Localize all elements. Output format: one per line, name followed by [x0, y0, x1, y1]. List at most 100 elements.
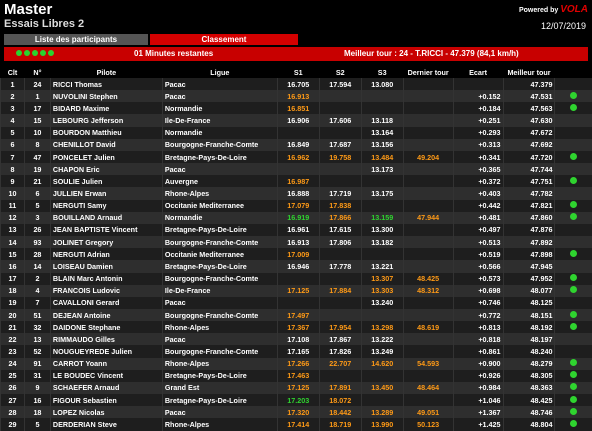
col-league[interactable]: Ligue: [162, 66, 277, 78]
table-row[interactable]: 2491CARROT YoannRhone-Alpes17.26622.7071…: [1, 358, 592, 370]
gap-cell: +0.293: [453, 127, 503, 139]
position-cell: 3: [1, 102, 25, 114]
table-row[interactable]: 2352NOUGUEYREDE JulienBourgogne-Franche-…: [1, 345, 592, 357]
pilot-name-cell: NERGUTI Adrian: [50, 248, 162, 260]
car-number-cell: 4: [24, 285, 50, 297]
last-lap-cell: [403, 102, 453, 114]
table-row[interactable]: 21NUVOLINI StephenPacac16.913+0.15247.53…: [1, 90, 592, 102]
table-row[interactable]: 2213RIMMAUDO GillesPacac17.10817.86713.2…: [1, 333, 592, 345]
status-bar: 01 Minutes restantes Meilleur tour : 24 …: [4, 47, 588, 61]
col-pilot[interactable]: Pilote: [50, 66, 162, 78]
position-cell: 22: [1, 333, 25, 345]
tab-participants[interactable]: Liste des participants: [4, 34, 148, 45]
best-lap-cell: 48.804: [503, 418, 555, 430]
green-flag-icon: [32, 50, 38, 56]
pilot-name-cell: BLAIN Marc Antonin: [50, 273, 162, 285]
car-number-cell: 13: [24, 333, 50, 345]
pilot-name-cell: LOISEAU Damien: [50, 260, 162, 272]
pilot-name-cell: NERGUTI Samy: [50, 200, 162, 212]
last-lap-cell: [403, 309, 453, 321]
best-lap-cell: 47.952: [503, 273, 555, 285]
best-lap-cell: 47.751: [503, 175, 555, 187]
status-cell: [555, 297, 592, 309]
table-row[interactable]: 123BOUILLAND ArnaudNormandie16.91917.866…: [1, 212, 592, 224]
table-row[interactable]: 510BOURDON MatthieuNormandie13.164+0.293…: [1, 127, 592, 139]
best-lap-cell: 47.782: [503, 187, 555, 199]
table-row[interactable]: 2531LE BOUDEC VincentBretagne-Pays-De-Lo…: [1, 370, 592, 382]
position-cell: 16: [1, 260, 25, 272]
pilot-name-cell: PONCELET Julien: [50, 151, 162, 163]
sector-2-cell: 17.594: [319, 78, 361, 90]
table-row[interactable]: 172BLAIN Marc AntoninBourgogne-Franche-C…: [1, 273, 592, 285]
position-cell: 26: [1, 382, 25, 394]
best-lap-cell: 48.746: [503, 406, 555, 418]
car-number-cell: 91: [24, 358, 50, 370]
table-row[interactable]: 106JULLIEN ErwanRhone-Alpes16.88817.7191…: [1, 187, 592, 199]
league-cell: Pacac: [162, 163, 277, 175]
sector-1-cell: 16.913: [277, 90, 319, 102]
time-remaining: 01 Minutes restantes: [134, 47, 213, 61]
sector-2-cell: 17.719: [319, 187, 361, 199]
sector-1-cell: 17.108: [277, 333, 319, 345]
table-row[interactable]: 1493JOLINET GregoryBourgogne-Franche-Com…: [1, 236, 592, 248]
col-s2[interactable]: S2: [319, 66, 361, 78]
car-number-cell: 3: [24, 212, 50, 224]
col-gap[interactable]: Ecart: [453, 66, 503, 78]
league-cell: Ile-De-France: [162, 114, 277, 126]
table-row[interactable]: 295DERDERIAN SteveRhone-Alpes17.41418.71…: [1, 418, 592, 430]
best-lap-cell: 47.892: [503, 236, 555, 248]
league-cell: Normandie: [162, 212, 277, 224]
table-row[interactable]: 269SCHAEFER ArnaudGrand Est17.12517.8911…: [1, 382, 592, 394]
best-lap-cell: 47.379: [503, 78, 555, 90]
col-num[interactable]: N°: [24, 66, 50, 78]
best-lap-cell: 48.151: [503, 309, 555, 321]
last-lap-cell: [403, 345, 453, 357]
sector-3-cell: [361, 370, 403, 382]
status-cell: [555, 370, 592, 382]
table-row[interactable]: 1528NERGUTI AdrianOccitanie Mediterranee…: [1, 248, 592, 260]
col-clt[interactable]: Clt: [1, 66, 25, 78]
table-row[interactable]: 2716FIGOUR SebastienBretagne-Pays-De-Loi…: [1, 394, 592, 406]
sector-2-cell: 18.719: [319, 418, 361, 430]
green-status-icon: [570, 408, 577, 415]
status-cell: [555, 175, 592, 187]
best-lap-cell: 47.630: [503, 114, 555, 126]
pilot-name-cell: LEBOURG Jefferson: [50, 114, 162, 126]
table-row[interactable]: 124RICCI ThomasPacac16.70517.59413.08047…: [1, 78, 592, 90]
col-s3[interactable]: S3: [361, 66, 403, 78]
best-lap-cell: 47.531: [503, 90, 555, 102]
table-row[interactable]: 115NERGUTI SamyOccitanie Mediterranee17.…: [1, 200, 592, 212]
pilot-name-cell: BOUILLAND Arnaud: [50, 212, 162, 224]
pilot-name-cell: RICCI Thomas: [50, 78, 162, 90]
table-row[interactable]: 1614LOISEAU DamienBretagne-Pays-De-Loire…: [1, 260, 592, 272]
table-row[interactable]: 2818LOPEZ NicolasPacac17.32018.44213.289…: [1, 406, 592, 418]
gap-cell: +0.746: [453, 297, 503, 309]
pilot-name-cell: DERDERIAN Steve: [50, 418, 162, 430]
table-row[interactable]: 2132DAIDONE StephaneRhone-Alpes17.36717.…: [1, 321, 592, 333]
table-row[interactable]: 921SOULIE JulienAuvergne16.987+0.37247.7…: [1, 175, 592, 187]
table-row[interactable]: 415LEBOURG JeffersonIle-De-France16.9061…: [1, 114, 592, 126]
table-row[interactable]: 747PONCELET JulienBretagne-Pays-De-Loire…: [1, 151, 592, 163]
status-cell: [555, 187, 592, 199]
col-last-lap[interactable]: Dernier tour: [403, 66, 453, 78]
col-best-lap[interactable]: Meilleur tour: [503, 66, 555, 78]
tab-classement[interactable]: Classement: [150, 34, 298, 45]
last-lap-cell: [403, 163, 453, 175]
table-row[interactable]: 1326JEAN BAPTISTE VincentBretagne-Pays-D…: [1, 224, 592, 236]
table-row[interactable]: 68CHENILLOT DavidBourgogne-Franche-Comte…: [1, 139, 592, 151]
league-cell: Bourgogne-Franche-Comte: [162, 309, 277, 321]
gap-cell: +0.341: [453, 151, 503, 163]
table-row[interactable]: 2051DEJEAN AntoineBourgogne-Franche-Comt…: [1, 309, 592, 321]
table-row[interactable]: 197CAVALLONI GerardPacac13.240+0.74648.1…: [1, 297, 592, 309]
table-row[interactable]: 317BIDARD MaximeNormandie16.851+0.18447.…: [1, 102, 592, 114]
car-number-cell: 9: [24, 382, 50, 394]
position-cell: 13: [1, 224, 25, 236]
table-row[interactable]: 184FRANCOIS LudovicIle-De-France17.12517…: [1, 285, 592, 297]
car-number-cell: 5: [24, 200, 50, 212]
best-lap-cell: 48.279: [503, 358, 555, 370]
gap-cell: +0.442: [453, 200, 503, 212]
col-s1[interactable]: S1: [277, 66, 319, 78]
status-cell: [555, 139, 592, 151]
sector-2-cell: [319, 370, 361, 382]
table-row[interactable]: 819CHAPON EricPacac13.173+0.36547.744: [1, 163, 592, 175]
